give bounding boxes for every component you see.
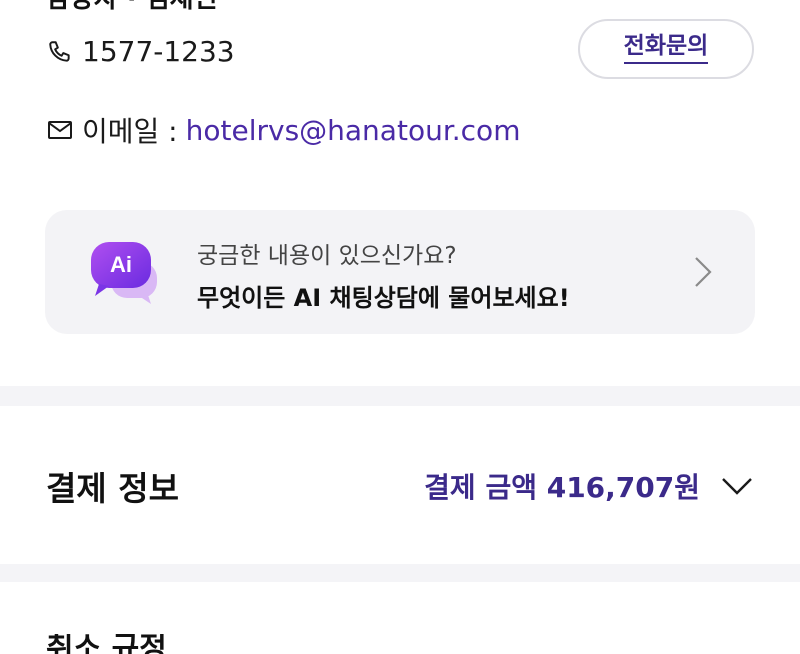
section-divider	[0, 386, 800, 406]
email-label: 이메일 :	[82, 115, 178, 148]
section-divider	[0, 564, 800, 582]
next-section-title: 취소 규정	[46, 634, 167, 654]
email-link[interactable]: hotelrvs@hanatour.com	[186, 114, 521, 147]
chevron-down-icon[interactable]	[720, 472, 754, 500]
mail-icon	[46, 116, 74, 144]
phone-icon	[46, 38, 74, 66]
ai-chat-card[interactable]: Ai 궁금한 내용이 있으신가요? 무엇이든 AI 채팅상담에 물어보세요!	[45, 210, 755, 334]
contact-name-heading: 담당자 · 김채린	[46, 0, 218, 15]
payment-info-title: 결제 정보	[46, 469, 179, 508]
ai-chat-logo-icon: Ai	[89, 240, 161, 306]
phone-row: 1577-1233	[46, 35, 235, 68]
chevron-right-icon	[691, 254, 715, 290]
next-section-heading: 취소 규정	[46, 634, 216, 654]
payment-amount[interactable]: 결제 금액 416,707원	[424, 466, 700, 506]
email-row: 이메일 : hotelrvs@hanatour.com	[46, 110, 520, 150]
ai-card-prompt: 무엇이든 AI 채팅상담에 물어보세요!	[197, 284, 570, 312]
phone-number: 1577-1233	[82, 35, 235, 68]
ai-card-question: 궁금한 내용이 있으신가요?	[197, 243, 457, 269]
call-inquiry-label: 전화문의	[623, 34, 709, 64]
ai-badge-text: Ai	[110, 252, 132, 277]
call-inquiry-button[interactable]: 전화문의	[578, 19, 754, 79]
